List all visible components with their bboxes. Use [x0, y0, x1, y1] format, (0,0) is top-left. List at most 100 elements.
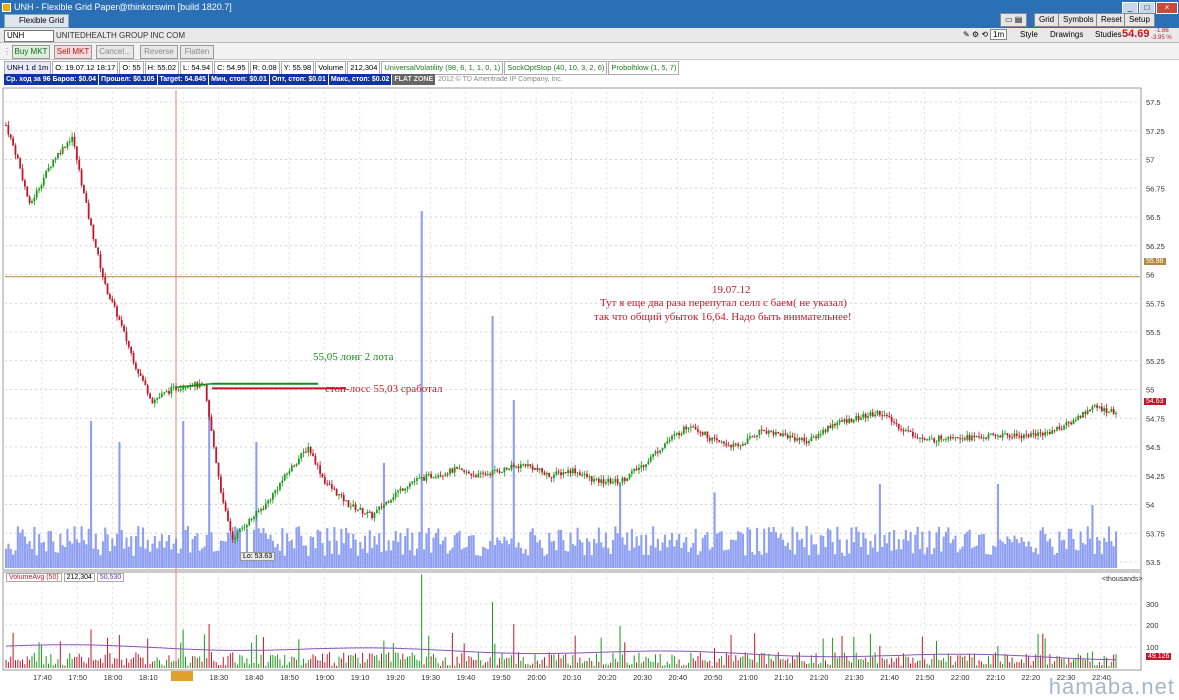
candle-body — [359, 507, 362, 510]
candle-body — [109, 294, 111, 299]
volume-tick — [293, 657, 295, 668]
volume-bar — [477, 555, 480, 568]
prev-close-marker: 55.98 — [1144, 258, 1166, 265]
volume-bar — [904, 529, 907, 568]
candle-body — [661, 447, 664, 451]
candle-body — [1089, 410, 1091, 412]
volume-bar — [784, 546, 787, 568]
volume-bar — [307, 555, 310, 568]
volume-tick — [756, 662, 758, 668]
candle-body — [524, 464, 527, 467]
volume-bar — [687, 552, 690, 568]
volume-bar — [1112, 546, 1115, 568]
volume-bar — [741, 533, 744, 568]
volume-tick — [484, 662, 486, 668]
volume-tick — [1113, 654, 1115, 668]
volume-tick — [1103, 655, 1105, 668]
candle-body — [125, 331, 128, 342]
volume-bar — [918, 549, 922, 568]
volume-bar — [496, 537, 499, 568]
volume-bar — [186, 526, 189, 568]
candle-body — [940, 435, 943, 440]
candle-body — [904, 430, 907, 432]
candle-body — [463, 470, 466, 472]
volume-bar — [581, 542, 584, 568]
volume-bar — [756, 527, 759, 568]
volume-bar — [564, 550, 567, 568]
candle-body — [467, 471, 470, 474]
candle-body — [231, 531, 234, 540]
candle-body — [1020, 435, 1023, 439]
volume-tick — [503, 659, 505, 668]
candle-body — [458, 468, 461, 470]
volume-tick — [584, 661, 586, 668]
candle-body — [871, 412, 874, 417]
candle-body — [312, 453, 314, 457]
candle-body — [498, 471, 501, 473]
candle-body — [7, 125, 10, 135]
volume-tick — [1087, 652, 1089, 668]
candle-body — [985, 437, 988, 439]
candle-body — [824, 429, 827, 432]
x-tick-label: 19:30 — [421, 673, 440, 682]
candle-body — [208, 400, 211, 417]
candle-body — [40, 185, 43, 189]
candle-body — [38, 188, 40, 191]
volume-tick — [187, 665, 189, 668]
candle-body — [640, 465, 643, 468]
volume-bar — [600, 542, 603, 568]
candle-body — [364, 513, 366, 515]
candle-body — [819, 433, 822, 435]
volume-tick — [444, 657, 446, 668]
volume-tick — [827, 664, 829, 668]
volume-tick — [787, 658, 789, 668]
candle-body — [697, 429, 699, 432]
volume-bar — [838, 539, 841, 568]
candle-body — [120, 319, 123, 326]
y-tick-label: 55.75 — [1146, 299, 1165, 308]
volume-tick — [848, 660, 850, 668]
candle-body — [581, 474, 584, 476]
candle-body — [21, 168, 24, 181]
candle-body — [139, 373, 142, 376]
volumeavg-label[interactable]: VolumeAvg (50) — [6, 573, 62, 582]
candle-body — [323, 476, 326, 484]
volume-tick — [546, 665, 548, 668]
candle-body — [1048, 432, 1051, 435]
candle-body — [1001, 433, 1004, 438]
volume-tick — [1070, 662, 1072, 668]
x-tick-label: 21:50 — [916, 673, 935, 682]
candle-body — [652, 454, 655, 457]
volume-bar — [588, 541, 591, 568]
volume-bar — [671, 532, 674, 568]
candle-body — [715, 438, 718, 441]
volume-bar — [371, 548, 374, 568]
candle-body — [588, 476, 591, 478]
volume-tick — [180, 642, 182, 668]
candle-body — [172, 386, 175, 388]
x-tick-label: 22:00 — [951, 673, 970, 682]
volume-tick — [267, 661, 269, 668]
volume-bar — [647, 554, 650, 568]
volume-bar — [82, 540, 86, 568]
volume-tick — [940, 660, 942, 668]
volume-bar — [706, 532, 709, 568]
volume-tick — [362, 652, 364, 668]
candle-body — [730, 445, 732, 448]
price-chart[interactable]: 57.5 57.25 57 56.75 56.5 56.25 56 55.75 55.5 55.2… — [0, 0, 1179, 700]
candle-body — [489, 473, 492, 476]
volume-tick — [376, 654, 378, 668]
candle-body — [753, 436, 756, 438]
candle-body — [760, 429, 763, 431]
volume-tick — [999, 661, 1001, 668]
volume-bar — [746, 527, 749, 568]
volume-tick — [324, 662, 326, 668]
volume-bar — [609, 553, 612, 568]
candle-body — [881, 415, 884, 417]
volume-tick — [517, 652, 519, 668]
volume-bar — [151, 543, 154, 568]
candle-body — [971, 435, 973, 441]
volume-bar — [80, 526, 83, 568]
volume-tick — [50, 654, 52, 668]
candle-body — [604, 482, 607, 484]
